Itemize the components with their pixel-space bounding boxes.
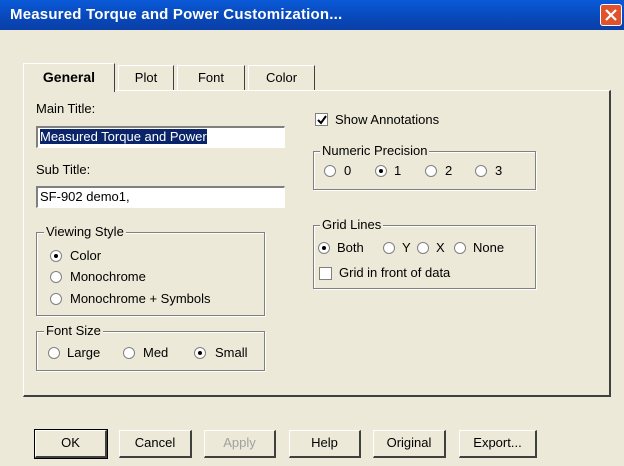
window-title: Measured Torque and Power Customization.…	[10, 6, 343, 23]
font-size-med-radio[interactable]	[123, 347, 135, 359]
precision-1-label: 1	[394, 163, 402, 178]
grid-x-radio[interactable]	[417, 242, 429, 254]
checkmark-icon	[317, 115, 327, 125]
grid-none-label: None	[473, 240, 505, 255]
show-annotations-checkbox[interactable]	[315, 113, 328, 126]
grid-y-radio[interactable]	[383, 242, 395, 254]
precision-2-radio[interactable]	[425, 165, 437, 177]
viewing-style-color-radio[interactable]	[50, 250, 62, 262]
viewing-style-monochrome-label: Monochrome	[70, 269, 146, 284]
viewing-style-color-label: Color	[70, 248, 102, 263]
main-title-input[interactable]: Measured Torque and Power	[36, 126, 285, 148]
grid-lines-legend: Grid Lines	[320, 217, 384, 232]
tab-plot[interactable]: Plot	[118, 65, 174, 90]
grid-x-label: X	[436, 240, 445, 255]
viewing-style-monochrome-radio[interactable]	[50, 271, 62, 283]
apply-button[interactable]: Apply	[204, 430, 276, 458]
precision-2-label: 2	[445, 163, 453, 178]
numeric-precision-legend: Numeric Precision	[320, 143, 430, 158]
grid-none-radio[interactable]	[454, 242, 466, 254]
viewing-style-mono-symbols-radio[interactable]	[50, 293, 62, 305]
font-size-small-radio[interactable]	[194, 347, 206, 359]
tab-font[interactable]: Font	[177, 65, 245, 90]
viewing-style-mono-symbols-label: Monochrome + Symbols	[70, 291, 211, 306]
cancel-button[interactable]: Cancel	[119, 430, 192, 458]
font-size-large-label: Large	[67, 345, 101, 360]
close-icon	[605, 9, 617, 21]
grid-both-label: Both	[337, 240, 364, 255]
ok-button[interactable]: OK	[34, 429, 108, 459]
precision-3-radio[interactable]	[475, 165, 487, 177]
grid-y-label: Y	[402, 240, 411, 255]
precision-1-radio[interactable]	[375, 165, 387, 177]
help-button[interactable]: Help	[289, 430, 361, 458]
precision-0-label: 0	[344, 163, 352, 178]
sub-title-label: Sub Title:	[36, 162, 91, 177]
precision-3-label: 3	[495, 163, 503, 178]
main-title-value: Measured Torque and Power	[40, 129, 207, 144]
grid-in-front-checkbox[interactable]	[319, 267, 332, 280]
precision-0-radio[interactable]	[324, 165, 336, 177]
viewing-style-legend: Viewing Style	[44, 224, 126, 239]
grid-in-front-label: Grid in front of data	[339, 265, 451, 280]
tab-color[interactable]: Color	[248, 65, 315, 90]
close-button[interactable]	[600, 4, 622, 26]
title-bar: Measured Torque and Power Customization.…	[0, 0, 624, 30]
font-size-large-radio[interactable]	[48, 347, 60, 359]
export-button[interactable]: Export...	[459, 430, 537, 458]
original-button[interactable]: Original	[373, 430, 446, 458]
font-size-med-label: Med	[143, 345, 169, 360]
show-annotations-label: Show Annotations	[335, 112, 440, 127]
main-title-label: Main Title:	[36, 101, 96, 116]
sub-title-input[interactable]: SF-902 demo1,	[36, 186, 285, 208]
sub-title-value: SF-902 demo1,	[40, 189, 130, 204]
tab-general[interactable]: General	[23, 63, 115, 92]
font-size-legend: Font Size	[44, 323, 103, 338]
grid-both-radio[interactable]	[318, 242, 330, 254]
font-size-small-label: Small	[215, 345, 248, 360]
